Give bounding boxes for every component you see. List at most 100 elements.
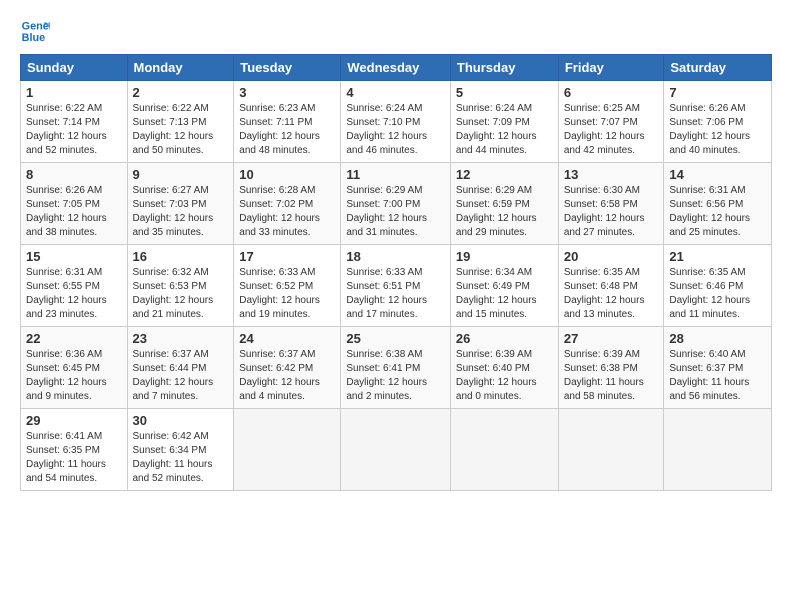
col-header-friday: Friday (558, 55, 664, 81)
calendar-cell: 26 Sunrise: 6:39 AM Sunset: 6:40 PM Dayli… (450, 327, 558, 409)
calendar-cell: 15 Sunrise: 6:31 AM Sunset: 6:55 PM Dayli… (21, 245, 128, 327)
calendar-cell: 10 Sunrise: 6:28 AM Sunset: 7:02 PM Dayli… (234, 163, 341, 245)
calendar-cell: 5Sunrise: 6:24 AM Sunset: 7:09 PM Daylig… (450, 81, 558, 163)
calendar-cell (664, 409, 772, 491)
col-header-thursday: Thursday (450, 55, 558, 81)
day-number: 6 (564, 85, 659, 100)
col-header-monday: Monday (127, 55, 234, 81)
day-number: 15 (26, 249, 122, 264)
calendar-cell: 4 Sunrise: 6:24 AM Sunset: 7:10 PM Daylig… (341, 81, 451, 163)
day-number: 11 (346, 167, 445, 182)
day-number: 13 (564, 167, 659, 182)
logo-icon: General Blue (20, 16, 50, 46)
day-number: 10 (239, 167, 335, 182)
day-info: Sunrise: 6:33 AM Sunset: 6:51 PM Dayligh… (346, 266, 445, 322)
day-number: 1 (26, 85, 122, 100)
day-info: Sunrise: 6:32 AM Sunset: 6:53 PM Dayligh… (133, 266, 229, 322)
day-number: 2 (133, 85, 229, 100)
day-number: 27 (564, 331, 659, 346)
day-number: 24 (239, 331, 335, 346)
day-number: 3 (239, 85, 335, 100)
calendar-cell (558, 409, 664, 491)
svg-text:Blue: Blue (22, 32, 45, 44)
day-info: Sunrise: 6:42 AM Sunset: 6:34 PM Dayligh… (133, 430, 229, 486)
calendar-cell: 30 Sunrise: 6:42 AM Sunset: 6:34 PM Dayli… (127, 409, 234, 491)
svg-text:General: General (22, 20, 50, 32)
day-info: Sunrise: 6:37 AM Sunset: 6:42 PM Dayligh… (239, 348, 335, 404)
day-info: Sunrise: 6:39 AM Sunset: 6:40 PM Dayligh… (456, 348, 553, 404)
day-info: Sunrise: 6:39 AM Sunset: 6:38 PM Dayligh… (564, 348, 659, 404)
calendar-cell: 6 Sunrise: 6:25 AM Sunset: 7:07 PM Daylig… (558, 81, 664, 163)
day-number: 28 (669, 331, 766, 346)
calendar-cell: 16 Sunrise: 6:32 AM Sunset: 6:53 PM Dayli… (127, 245, 234, 327)
calendar-cell (341, 409, 451, 491)
calendar-cell: 13Sunrise: 6:30 AM Sunset: 6:58 PM Dayli… (558, 163, 664, 245)
col-header-wednesday: Wednesday (341, 55, 451, 81)
day-number: 19 (456, 249, 553, 264)
day-info: Sunrise: 6:34 AM Sunset: 6:49 PM Dayligh… (456, 266, 553, 322)
page-header: General Blue (20, 16, 772, 46)
day-number: 4 (346, 85, 445, 100)
calendar-cell: 23Sunrise: 6:37 AM Sunset: 6:44 PM Dayli… (127, 327, 234, 409)
day-info: Sunrise: 6:35 AM Sunset: 6:48 PM Dayligh… (564, 266, 659, 322)
day-info: Sunrise: 6:31 AM Sunset: 6:55 PM Dayligh… (26, 266, 122, 322)
day-info: Sunrise: 6:41 AM Sunset: 6:35 PM Dayligh… (26, 430, 122, 486)
calendar-cell: 18 Sunrise: 6:33 AM Sunset: 6:51 PM Dayli… (341, 245, 451, 327)
calendar-cell: 28Sunrise: 6:40 AM Sunset: 6:37 PM Dayli… (664, 327, 772, 409)
day-info: Sunrise: 6:22 AM Sunset: 7:14 PM Dayligh… (26, 102, 122, 158)
calendar-cell: 8 Sunrise: 6:26 AM Sunset: 7:05 PM Daylig… (21, 163, 128, 245)
logo: General Blue (20, 16, 50, 46)
day-info: Sunrise: 6:28 AM Sunset: 7:02 PM Dayligh… (239, 184, 335, 240)
day-number: 16 (133, 249, 229, 264)
day-info: Sunrise: 6:22 AM Sunset: 7:13 PM Dayligh… (133, 102, 229, 158)
calendar-cell: 14 Sunrise: 6:31 AM Sunset: 6:56 PM Dayli… (664, 163, 772, 245)
day-number: 18 (346, 249, 445, 264)
calendar-cell: 9 Sunrise: 6:27 AM Sunset: 7:03 PM Daylig… (127, 163, 234, 245)
calendar-cell: 25Sunrise: 6:38 AM Sunset: 6:41 PM Dayli… (341, 327, 451, 409)
day-number: 21 (669, 249, 766, 264)
calendar-cell: 27 Sunrise: 6:39 AM Sunset: 6:38 PM Dayli… (558, 327, 664, 409)
col-header-sunday: Sunday (21, 55, 128, 81)
day-info: Sunrise: 6:31 AM Sunset: 6:56 PM Dayligh… (669, 184, 766, 240)
day-info: Sunrise: 6:36 AM Sunset: 6:45 PM Dayligh… (26, 348, 122, 404)
day-number: 8 (26, 167, 122, 182)
day-info: Sunrise: 6:38 AM Sunset: 6:41 PM Dayligh… (346, 348, 445, 404)
day-number: 7 (669, 85, 766, 100)
calendar-cell: 12 Sunrise: 6:29 AM Sunset: 6:59 PM Dayli… (450, 163, 558, 245)
calendar-cell (234, 409, 341, 491)
calendar-cell (450, 409, 558, 491)
day-info: Sunrise: 6:37 AM Sunset: 6:44 PM Dayligh… (133, 348, 229, 404)
day-number: 30 (133, 413, 229, 428)
calendar-cell: 17 Sunrise: 6:33 AM Sunset: 6:52 PM Dayli… (234, 245, 341, 327)
day-info: Sunrise: 6:24 AM Sunset: 7:10 PM Dayligh… (346, 102, 445, 158)
calendar-cell: 29 Sunrise: 6:41 AM Sunset: 6:35 PM Dayli… (21, 409, 128, 491)
day-info: Sunrise: 6:26 AM Sunset: 7:06 PM Dayligh… (669, 102, 766, 158)
calendar-cell: 11 Sunrise: 6:29 AM Sunset: 7:00 PM Dayli… (341, 163, 451, 245)
day-number: 9 (133, 167, 229, 182)
day-number: 29 (26, 413, 122, 428)
col-header-saturday: Saturday (664, 55, 772, 81)
day-number: 12 (456, 167, 553, 182)
day-info: Sunrise: 6:33 AM Sunset: 6:52 PM Dayligh… (239, 266, 335, 322)
day-number: 5 (456, 85, 553, 100)
calendar-cell: 20 Sunrise: 6:35 AM Sunset: 6:48 PM Dayli… (558, 245, 664, 327)
day-info: Sunrise: 6:29 AM Sunset: 7:00 PM Dayligh… (346, 184, 445, 240)
day-info: Sunrise: 6:23 AM Sunset: 7:11 PM Dayligh… (239, 102, 335, 158)
day-number: 26 (456, 331, 553, 346)
day-number: 17 (239, 249, 335, 264)
day-number: 14 (669, 167, 766, 182)
calendar-cell: 24 Sunrise: 6:37 AM Sunset: 6:42 PM Dayli… (234, 327, 341, 409)
calendar-table: SundayMondayTuesdayWednesdayThursdayFrid… (20, 54, 772, 491)
calendar-cell: 7 Sunrise: 6:26 AM Sunset: 7:06 PM Daylig… (664, 81, 772, 163)
day-info: Sunrise: 6:25 AM Sunset: 7:07 PM Dayligh… (564, 102, 659, 158)
calendar-cell: 22 Sunrise: 6:36 AM Sunset: 6:45 PM Dayli… (21, 327, 128, 409)
calendar-cell: 3 Sunrise: 6:23 AM Sunset: 7:11 PM Daylig… (234, 81, 341, 163)
calendar-cell: 21Sunrise: 6:35 AM Sunset: 6:46 PM Dayli… (664, 245, 772, 327)
calendar-cell: 19 Sunrise: 6:34 AM Sunset: 6:49 PM Dayli… (450, 245, 558, 327)
calendar-cell: 2 Sunrise: 6:22 AM Sunset: 7:13 PM Daylig… (127, 81, 234, 163)
day-info: Sunrise: 6:26 AM Sunset: 7:05 PM Dayligh… (26, 184, 122, 240)
day-info: Sunrise: 6:29 AM Sunset: 6:59 PM Dayligh… (456, 184, 553, 240)
day-number: 20 (564, 249, 659, 264)
day-info: Sunrise: 6:27 AM Sunset: 7:03 PM Dayligh… (133, 184, 229, 240)
day-number: 22 (26, 331, 122, 346)
